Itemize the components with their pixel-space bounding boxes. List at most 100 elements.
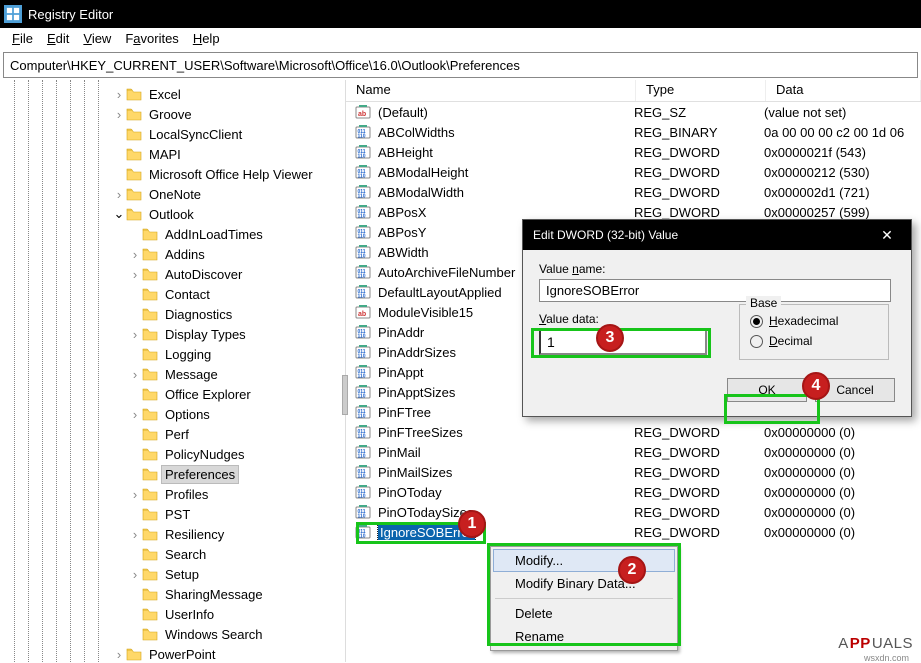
chevron-right-icon[interactable]: › <box>128 527 142 542</box>
tree-item[interactable]: PolicyNudges <box>0 444 345 464</box>
tree-item[interactable]: ›Message <box>0 364 345 384</box>
tree-item[interactable]: Microsoft Office Help Viewer <box>0 164 345 184</box>
folder-icon <box>126 167 142 181</box>
chevron-down-icon[interactable]: ⌄ <box>112 206 126 222</box>
tree-item[interactable]: UserInfo <box>0 604 345 624</box>
tree-item[interactable]: Diagnostics <box>0 304 345 324</box>
tree-label: Outlook <box>146 206 197 223</box>
chevron-right-icon[interactable]: › <box>128 367 142 382</box>
svg-text:110: 110 <box>358 174 366 180</box>
value-type: REG_DWORD <box>634 465 764 480</box>
chevron-right-icon[interactable]: › <box>128 247 142 262</box>
tree-item[interactable]: Search <box>0 544 345 564</box>
value-data: (value not set) <box>764 105 921 120</box>
tree-item[interactable]: Perf <box>0 424 345 444</box>
value-name: PinAddr <box>378 325 424 340</box>
tree-item[interactable]: ›Options <box>0 404 345 424</box>
window-titlebar: Registry Editor <box>0 0 921 28</box>
chevron-right-icon[interactable]: › <box>112 87 126 102</box>
tree-item[interactable]: Logging <box>0 344 345 364</box>
svg-text:110: 110 <box>358 454 366 460</box>
tree-item[interactable]: SharingMessage <box>0 584 345 604</box>
window-title: Registry Editor <box>28 7 113 22</box>
ctx-delete[interactable]: Delete <box>493 602 675 625</box>
value-data-label: Value data: <box>539 312 707 326</box>
column-type[interactable]: Type <box>636 80 766 101</box>
chevron-right-icon[interactable]: › <box>128 487 142 502</box>
folder-icon <box>142 487 158 501</box>
tree-label: Perf <box>162 426 192 443</box>
column-data[interactable]: Data <box>766 80 921 101</box>
value-name-field[interactable]: IgnoreSOBError <box>539 279 891 302</box>
svg-text:110: 110 <box>358 334 366 340</box>
tree-item[interactable]: ›Display Types <box>0 324 345 344</box>
tree-item[interactable]: AddInLoadTimes <box>0 224 345 244</box>
value-row[interactable]: 011110ABModalWidthREG_DWORD0x000002d1 (7… <box>346 182 921 202</box>
ctx-modify-binary[interactable]: Modify Binary Data... <box>493 572 675 595</box>
folder-icon <box>142 427 158 441</box>
chevron-right-icon[interactable]: › <box>112 187 126 202</box>
tree-item[interactable]: LocalSyncClient <box>0 124 345 144</box>
tree-item[interactable]: Preferences <box>0 464 345 484</box>
menu-help[interactable]: Help <box>187 29 226 48</box>
svg-text:110: 110 <box>358 154 366 160</box>
tree-item[interactable]: Windows Search <box>0 624 345 644</box>
value-row[interactable]: 011110PinOTodayREG_DWORD0x00000000 (0) <box>346 482 921 502</box>
tree-item[interactable]: ›AutoDiscover <box>0 264 345 284</box>
menu-view[interactable]: View <box>77 29 117 48</box>
chevron-right-icon[interactable]: › <box>128 407 142 422</box>
folder-icon <box>142 507 158 521</box>
value-row[interactable]: 011110PinMailSizesREG_DWORD0x00000000 (0… <box>346 462 921 482</box>
tree-item[interactable]: PST <box>0 504 345 524</box>
tree-item[interactable]: Contact <box>0 284 345 304</box>
radio-hexadecimal[interactable]: Hexadecimal <box>750 311 878 331</box>
tree-item[interactable]: ›Addins <box>0 244 345 264</box>
tree-item[interactable]: ›Profiles <box>0 484 345 504</box>
value-row[interactable]: 011110ABModalHeightREG_DWORD0x00000212 (… <box>346 162 921 182</box>
value-row[interactable]: 011110IgnoreSOBErrorREG_DWORD0x00000000 … <box>346 522 921 542</box>
ok-button[interactable]: OK <box>727 378 807 402</box>
value-row[interactable]: ab(Default)REG_SZ(value not set) <box>346 102 921 122</box>
folder-icon <box>126 207 142 221</box>
address-bar[interactable]: Computer\HKEY_CURRENT_USER\Software\Micr… <box>3 52 918 78</box>
ctx-modify[interactable]: Modify... <box>493 549 675 572</box>
binary-value-icon: 011110 <box>354 264 372 280</box>
tree-item[interactable]: MAPI <box>0 144 345 164</box>
ctx-rename[interactable]: Rename <box>493 625 675 648</box>
column-name[interactable]: Name <box>346 80 636 101</box>
value-row[interactable]: 011110PinMailREG_DWORD0x00000000 (0) <box>346 442 921 462</box>
binary-value-icon: 011110 <box>354 384 372 400</box>
folder-icon <box>142 347 158 361</box>
tree-item[interactable]: ⌄ Outlook <box>0 204 345 224</box>
tree-item[interactable]: Office Explorer <box>0 384 345 404</box>
value-row[interactable]: 011110PinOTodaySizesREG_DWORD0x00000000 … <box>346 502 921 522</box>
tree-item[interactable]: ›Resiliency <box>0 524 345 544</box>
svg-text:110: 110 <box>358 294 366 300</box>
tree-item[interactable]: ›Excel <box>0 84 345 104</box>
svg-text:110: 110 <box>358 194 366 200</box>
chevron-right-icon[interactable]: › <box>112 647 126 662</box>
tree-item[interactable]: ›Setup <box>0 564 345 584</box>
value-data: 0x00000000 (0) <box>764 505 921 520</box>
tree-pane[interactable]: ›Excel›GrooveLocalSyncClientMAPIMicrosof… <box>0 80 346 662</box>
tree-item[interactable]: ›OneNote <box>0 184 345 204</box>
value-type: REG_DWORD <box>634 505 764 520</box>
tree-item[interactable]: ›PowerPoint <box>0 644 345 662</box>
value-data: 0x00000000 (0) <box>764 465 921 480</box>
tree-item[interactable]: ›Groove <box>0 104 345 124</box>
value-row[interactable]: 011110ABHeightREG_DWORD0x0000021f (543) <box>346 142 921 162</box>
menu-favorites[interactable]: Favorites <box>119 29 184 48</box>
binary-value-icon: 011110 <box>354 144 372 160</box>
value-data: 0x00000000 (0) <box>764 425 921 440</box>
menu-edit[interactable]: Edit <box>41 29 75 48</box>
dialog-close-button[interactable]: ✕ <box>873 227 901 244</box>
menu-file[interactable]: File <box>6 29 39 48</box>
radio-decimal[interactable]: Decimal <box>750 331 878 351</box>
value-row[interactable]: 011110PinFTreeSizesREG_DWORD0x00000000 (… <box>346 422 921 442</box>
chevron-right-icon[interactable]: › <box>128 267 142 282</box>
dialog-titlebar[interactable]: Edit DWORD (32-bit) Value ✕ <box>523 220 911 250</box>
value-row[interactable]: 011110ABColWidthsREG_BINARY0a 00 00 00 c… <box>346 122 921 142</box>
chevron-right-icon[interactable]: › <box>128 567 142 582</box>
chevron-right-icon[interactable]: › <box>112 107 126 122</box>
chevron-right-icon[interactable]: › <box>128 327 142 342</box>
